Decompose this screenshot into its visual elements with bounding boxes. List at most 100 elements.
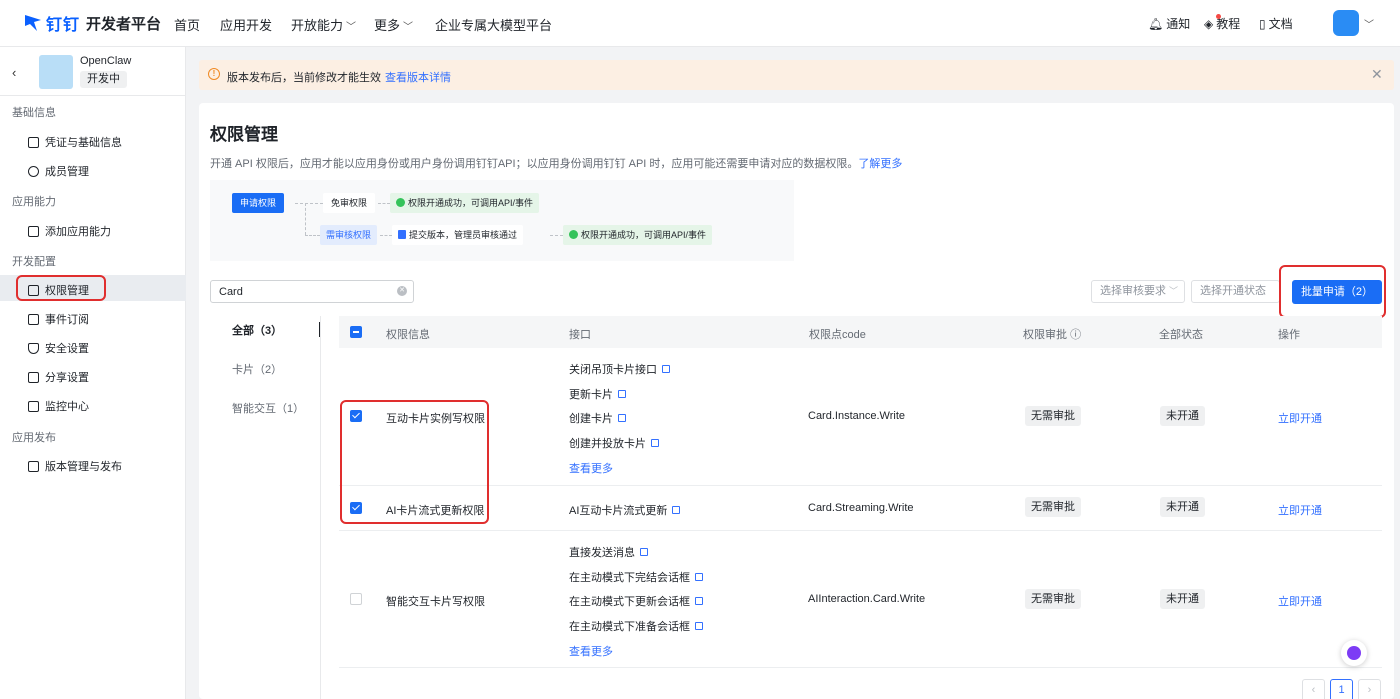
nav-enterprise-llm[interactable]: 企业专属大模型平台 — [435, 15, 552, 34]
doc-link-icon[interactable] — [618, 414, 626, 422]
flow-connector — [380, 235, 392, 236]
nav-home[interactable]: 首页 — [174, 15, 200, 34]
check-circle-icon — [396, 198, 405, 207]
flow-connector — [378, 203, 390, 204]
page-number-button[interactable]: 1 — [1330, 679, 1353, 699]
doc-link-icon[interactable] — [695, 622, 703, 630]
sidebar-item-credentials[interactable]: 凭证与基础信息 — [28, 134, 122, 150]
app-name: OpenClaw — [80, 55, 132, 67]
status-select[interactable]: 选择开通状态 — [1191, 280, 1280, 303]
enable-now-link[interactable]: 立即开通 — [1278, 593, 1322, 609]
page-title: 权限管理 — [210, 125, 278, 144]
clear-icon[interactable]: ✕ — [397, 286, 407, 296]
api-name: 在主动模式下准备会话框 — [569, 621, 690, 633]
assistant-bot-icon[interactable] — [1341, 640, 1367, 666]
sidebar-item-label: 事件订阅 — [45, 314, 89, 326]
close-icon[interactable]: ✕ — [1371, 66, 1383, 83]
chevron-down-icon: ﹀ — [346, 22, 357, 33]
doc-link-icon[interactable] — [662, 365, 670, 373]
api-item: 在主动模式下更新会话框 — [569, 593, 703, 609]
tab-ai-interaction[interactable]: 智能交互（1） — [232, 400, 304, 416]
add-capability-icon — [28, 225, 39, 237]
bell-icon: 🔔︎ — [1148, 16, 1164, 31]
info-icon[interactable]: ⓘ — [1070, 329, 1081, 341]
approval-badge: 无需审批 — [1025, 497, 1081, 517]
docs-link[interactable]: ▯ 文档 — [1259, 15, 1293, 32]
api-name: 创建卡片 — [569, 413, 613, 425]
section-title-dev-config: 开发配置 — [12, 256, 56, 268]
document-icon — [398, 230, 406, 239]
api-name: 在主动模式下更新会话框 — [569, 596, 690, 608]
doc-link-icon[interactable] — [672, 506, 681, 514]
permission-flow-diagram: 申请权限 免审权限 权限开通成功，可调用API/事件 需审核权限 提交版本，管理… — [210, 180, 794, 261]
nav-app-dev[interactable]: 应用开发 — [220, 15, 272, 34]
search-value: Card — [219, 286, 243, 298]
nav-more-label: 更多 — [374, 18, 401, 33]
permission-code: Card.Streaming.Write — [808, 502, 914, 514]
sidebar-item-label: 成员管理 — [45, 166, 89, 178]
learn-more-link[interactable]: 了解更多 — [858, 158, 902, 170]
flow-connector — [295, 203, 323, 204]
page-description-text: 开通 API 权限后，应用才能以应用身份或用户身份调用钉钉API；以应用身份调用… — [210, 158, 859, 170]
sidebar-item-monitor[interactable]: 监控中心 — [28, 398, 89, 414]
doc-link-icon[interactable] — [695, 573, 703, 581]
api-name: 创建并投放卡片 — [569, 438, 646, 450]
enable-now-link[interactable]: 立即开通 — [1278, 502, 1322, 518]
api-item: 直接发送消息 — [569, 544, 648, 560]
chevron-down-icon[interactable]: ﹀ — [1364, 16, 1374, 31]
api-item: 在主动模式下完结会话框 — [569, 569, 703, 585]
tab-card[interactable]: 卡片（2） — [232, 361, 282, 377]
review-requirement-select[interactable]: 选择审核要求 ﹀ — [1091, 280, 1185, 303]
api-item: 关闭吊顶卡片接口 — [569, 361, 670, 377]
dingtalk-logo[interactable]: 钉钉 开发者平台 — [22, 11, 161, 35]
view-version-details-link[interactable]: 查看版本详情 — [385, 72, 451, 84]
table-header: 权限信息 接口 权限点code 权限审批 ⓘ 全部状态 操作 — [339, 316, 1382, 348]
info-icon: ! — [208, 68, 220, 80]
notifications-label: 通知 — [1166, 17, 1191, 31]
page-description: 开通 API 权限后，应用才能以应用身份或用户身份调用钉钉API；以应用身份调用… — [210, 155, 902, 171]
flow-submit-text: 提交版本，管理员审核通过 — [409, 230, 518, 240]
tab-all[interactable]: 全部（3） — [232, 322, 282, 338]
api-name: 更新卡片 — [569, 389, 613, 401]
row-checkbox[interactable] — [350, 593, 362, 605]
notifications-link[interactable]: 🔔︎ 通知 — [1148, 15, 1190, 32]
doc-link-icon[interactable] — [618, 390, 626, 398]
section-title-basic: 基础信息 — [12, 107, 56, 119]
tutorials-link[interactable]: ◈ 教程 — [1204, 15, 1240, 32]
flow-review-permission: 需审核权限 — [320, 225, 378, 245]
prev-page-button[interactable]: ‹ — [1302, 679, 1325, 699]
view-more-link[interactable]: 查看更多 — [569, 643, 613, 659]
sidebar-item-label: 分享设置 — [45, 372, 89, 384]
header-permission-info: 权限信息 — [386, 329, 430, 341]
header-status: 全部状态 — [1159, 329, 1203, 341]
section-title-capability: 应用能力 — [12, 196, 56, 208]
header-approval-label: 权限审批 — [1023, 329, 1067, 341]
review-select-placeholder: 选择审核要求 — [1100, 285, 1166, 297]
header-approval: 权限审批 ⓘ — [1023, 326, 1081, 342]
search-input[interactable]: Card ✕ — [210, 280, 414, 303]
sidebar-item-security[interactable]: 安全设置 — [28, 340, 89, 356]
flow-success-1: 权限开通成功，可调用API/事件 — [390, 193, 540, 213]
user-avatar[interactable] — [1333, 10, 1359, 36]
sidebar-item-label: 版本管理与发布 — [45, 461, 122, 473]
next-page-button[interactable]: › — [1358, 679, 1381, 699]
sidebar-item-events[interactable]: 事件订阅 — [28, 311, 89, 327]
doc-link-icon[interactable] — [651, 439, 659, 447]
sidebar-item-share[interactable]: 分享设置 — [28, 369, 89, 385]
nav-more[interactable]: 更多 ﹀ — [374, 15, 413, 34]
sidebar-item-add-capability[interactable]: 添加应用能力 — [28, 223, 111, 239]
doc-link-icon[interactable] — [695, 597, 703, 605]
view-more-link[interactable]: 查看更多 — [569, 460, 613, 476]
select-all-checkbox[interactable] — [350, 326, 362, 338]
back-arrow-icon[interactable]: ‹ — [12, 65, 16, 80]
highlight-box-batch — [1279, 265, 1386, 318]
enable-now-link[interactable]: 立即开通 — [1278, 410, 1322, 426]
app-status-badge: 开发中 — [80, 71, 127, 88]
sidebar-item-versions[interactable]: 版本管理与发布 — [28, 458, 122, 474]
sidebar-item-label: 凭证与基础信息 — [45, 137, 122, 149]
sidebar-divider — [0, 95, 186, 96]
doc-link-icon[interactable] — [640, 548, 648, 556]
api-item: AI互动卡片流式更新 — [569, 502, 681, 518]
sidebar-item-members[interactable]: 成员管理 — [28, 163, 89, 179]
nav-open-capability[interactable]: 开放能力 ﹀ — [291, 15, 356, 34]
